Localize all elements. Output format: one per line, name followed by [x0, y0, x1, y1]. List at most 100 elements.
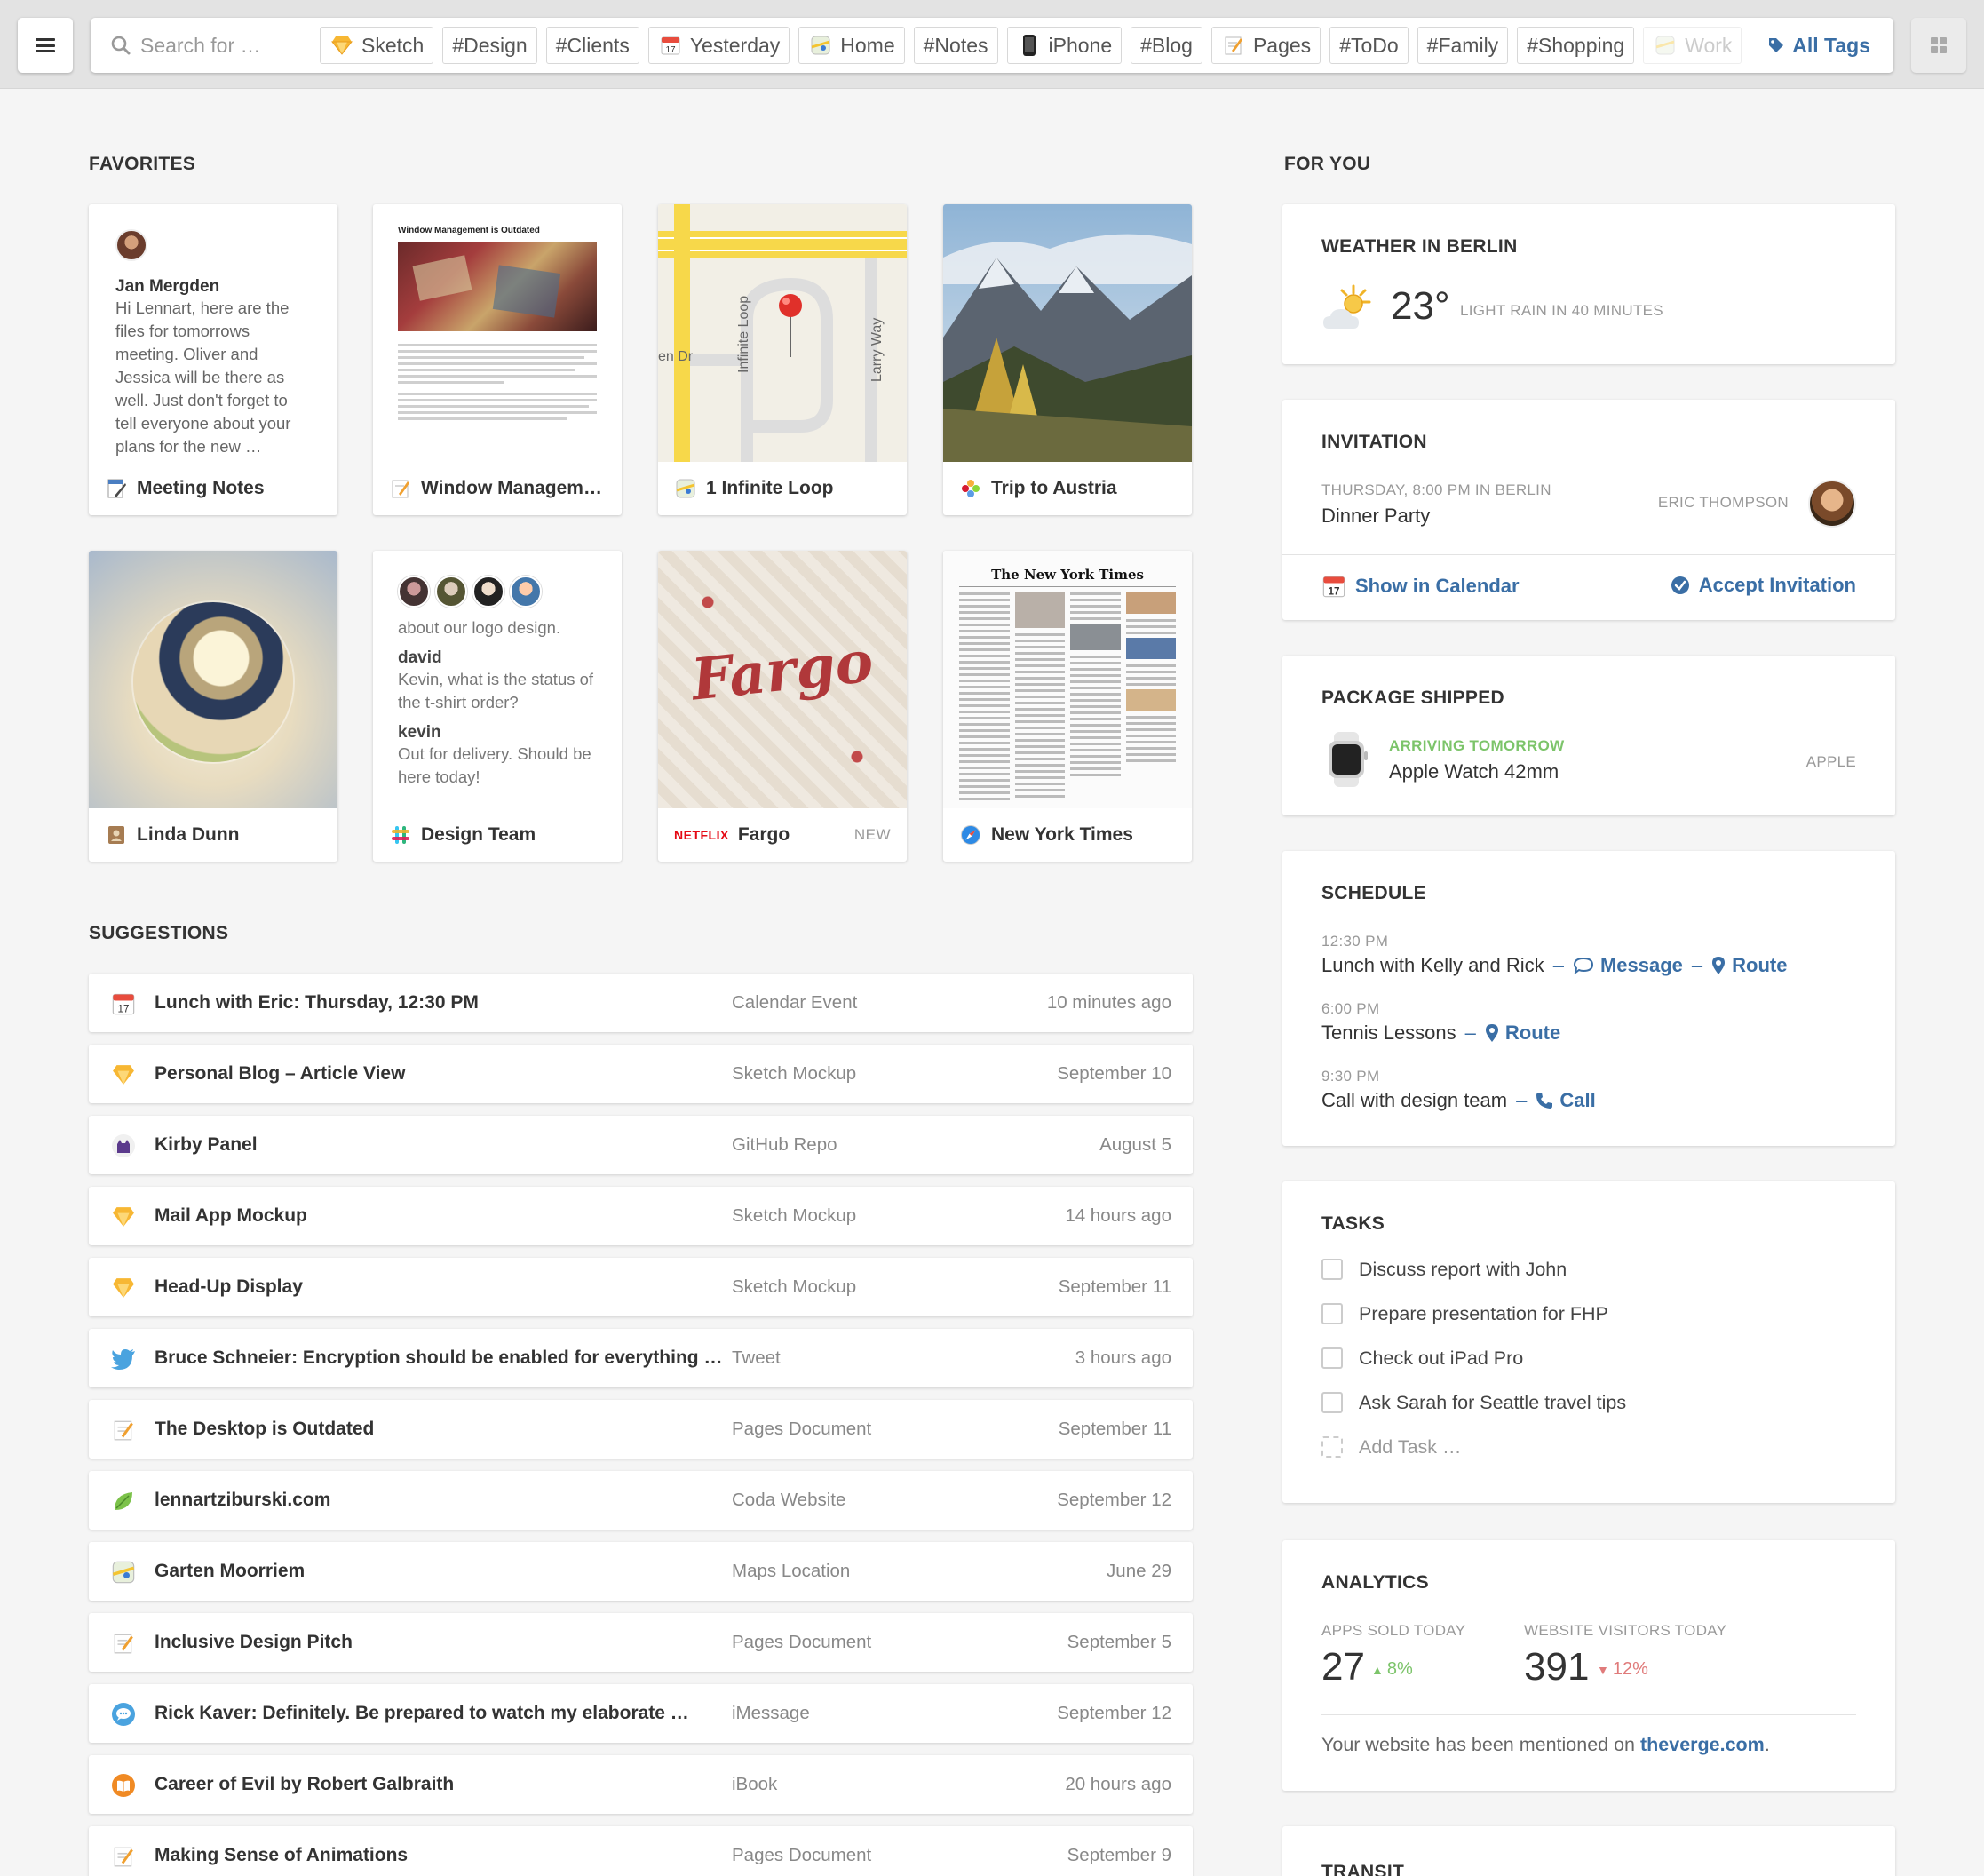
suggestion-row[interactable]: Kirby Panel GitHub Repo August 5 — [89, 1116, 1193, 1174]
add-task-button[interactable]: Add Task … — [1321, 1434, 1462, 1460]
suggestion-row[interactable]: Garten Moorriem Maps Location June 29 — [89, 1542, 1193, 1601]
avatar — [133, 602, 293, 762]
package-item: Apple Watch 42mm — [1389, 760, 1559, 783]
message-action-button[interactable]: Message — [1573, 954, 1683, 977]
route-action-button[interactable]: Route — [1485, 1021, 1560, 1045]
calendar-icon: 17 — [658, 33, 683, 58]
tag-design[interactable]: #Design — [442, 27, 537, 64]
suggestion-row[interactable]: The Desktop is Outdated Pages Document Sep… — [89, 1400, 1193, 1459]
tag-label: #Design — [452, 33, 528, 57]
suggestion-time: June 29 — [1107, 1561, 1171, 1581]
show-in-calendar-button[interactable]: 17 Show in Calendar — [1321, 574, 1520, 599]
task-checkbox[interactable] — [1321, 1347, 1343, 1369]
schedule-text: Tennis Lessons — [1321, 1021, 1456, 1044]
tag-iphone[interactable]: iPhone — [1006, 27, 1123, 64]
suggestion-row[interactable]: Career of Evil by Robert Galbraith iBook 2… — [89, 1755, 1193, 1814]
favorite-card-linda-dunn[interactable]: Linda Dunn — [89, 551, 337, 862]
suggestion-row[interactable]: Rick Kaver: Definitely. Be prepared to w… — [89, 1684, 1193, 1743]
github-icon — [110, 1133, 137, 1159]
suggestion-row[interactable]: Personal Blog – Article View Sketch Mocku… — [89, 1045, 1193, 1103]
favorite-card-trip-to-austria[interactable]: Trip to Austria — [943, 204, 1192, 515]
card-label: New York Times — [991, 824, 1133, 845]
arrow-down-icon: ▼ — [1597, 1662, 1609, 1677]
grid-view-button[interactable] — [1911, 18, 1966, 73]
suggestion-row[interactable]: Inclusive Design Pitch Pages Document Sept… — [89, 1613, 1193, 1672]
card-footer: Meeting Notes — [89, 462, 337, 515]
suggestion-time: September 12 — [1057, 1703, 1171, 1723]
suggestion-title: Making Sense of Animations — [155, 1845, 409, 1865]
mention-link[interactable]: theverge.com — [1640, 1734, 1765, 1755]
sketch-icon — [329, 33, 354, 58]
maps-icon — [674, 477, 697, 500]
package-panel: PACKAGE SHIPPED ARRIVING TOMORROW Apple … — [1282, 656, 1895, 815]
separator: – — [1691, 954, 1703, 976]
tag-family[interactable]: #Family — [1417, 27, 1509, 64]
suggestion-type: Maps Location — [732, 1561, 851, 1581]
task-checkbox[interactable] — [1321, 1259, 1343, 1280]
calendar-icon: 17 — [1322, 576, 1345, 597]
card-footer: Trip to Austria — [943, 462, 1192, 515]
tag-todo[interactable]: #ToDo — [1329, 27, 1409, 64]
tag-home[interactable]: Home — [798, 27, 905, 64]
tag-clients[interactable]: #Clients — [545, 27, 639, 64]
menu-button[interactable] — [18, 18, 73, 73]
task-checkbox[interactable] — [1321, 1392, 1343, 1413]
card-label: Fargo — [737, 824, 790, 845]
avatar — [398, 576, 430, 608]
suggestion-row[interactable]: Mail App Mockup Sketch Mockup 14 hours ago — [89, 1187, 1193, 1245]
schedule-item: Lunch with Kelly and Rick – Message – Route — [1321, 954, 1787, 977]
favorite-card-new-york-times[interactable]: The New York Times New York Times — [943, 551, 1192, 862]
card-footer: Window Manageme… — [373, 462, 622, 515]
tag-shopping[interactable]: #Shopping — [1517, 27, 1635, 64]
photo-preview — [943, 204, 1192, 462]
card-label: Linda Dunn — [137, 824, 240, 845]
street-label: Larry Way — [869, 317, 885, 382]
mail-snippet: Hi Lennart, here are the files for tomor… — [115, 298, 291, 456]
suggestion-row[interactable]: Head-Up Display Sketch Mockup September 11 — [89, 1258, 1193, 1316]
task-checkbox[interactable] — [1321, 1303, 1343, 1324]
suggestion-title: Personal Blog – Article View — [155, 1063, 406, 1084]
accept-invitation-button[interactable]: Accept Invitation — [1671, 574, 1856, 597]
chat-avatars — [398, 576, 597, 608]
route-action-button[interactable]: Route — [1711, 954, 1787, 977]
tag-blog[interactable]: #Blog — [1131, 27, 1202, 64]
favorite-card-design-team[interactable]: about our logo design. david Kevin, what… — [373, 551, 622, 862]
mention-note: Your website has been mentioned on theve… — [1321, 1734, 1770, 1756]
suggestion-type: iMessage — [732, 1703, 810, 1723]
tag-yesterday[interactable]: 17 Yesterday — [647, 27, 790, 64]
tag-sketch[interactable]: Sketch — [320, 27, 434, 64]
pages-icon — [110, 1843, 137, 1870]
transit-panel: TRANSIT — [1282, 1826, 1895, 1876]
favorite-card-infinite-loop[interactable]: Infinite Loop Larry Way en Dr 1 Infinite… — [658, 204, 907, 515]
suggestion-row[interactable]: Making Sense of Animations Pages Document… — [89, 1826, 1193, 1876]
event-time: THURSDAY, 8:00 PM IN BERLIN — [1321, 481, 1551, 498]
tag-pages[interactable]: Pages — [1210, 27, 1321, 64]
card-label: Window Manageme… — [421, 478, 606, 498]
weather-panel: WEATHER IN BERLIN 23° LIGHT RAIN IN 40 M… — [1282, 204, 1895, 364]
separator: – — [1464, 1021, 1476, 1044]
location-pin-icon — [1711, 956, 1726, 975]
search-input[interactable] — [140, 28, 318, 62]
favorite-card-window-management[interactable]: Window Management is Outdated Window Man… — [373, 204, 622, 515]
tag-work[interactable]: Work — [1643, 27, 1742, 64]
favorites-heading: FAVORITES — [89, 154, 196, 174]
favorite-card-fargo[interactable]: Fargo NETFLIX Fargo NEW — [658, 551, 907, 862]
sketch-icon — [110, 1275, 137, 1301]
suggestion-row[interactable]: lennartziburski.com Coda Website September… — [89, 1471, 1193, 1530]
suggestion-type: Sketch Mockup — [732, 1276, 857, 1297]
apps-sold-change: ▲ 8% — [1371, 1659, 1413, 1680]
tag-notes[interactable]: #Notes — [913, 27, 998, 64]
schedule-time: 9:30 PM — [1321, 1068, 1380, 1085]
suggestion-type: GitHub Repo — [732, 1134, 837, 1155]
suggestion-row[interactable]: Bruce Schneier: Encryption should be ena… — [89, 1329, 1193, 1387]
favorite-card-meeting-notes[interactable]: Jan Mergden Hi Lennart, here are the fil… — [89, 204, 337, 515]
suggestion-row[interactable]: 17 Lunch with Eric: Thursday, 12:30 PM Cal… — [89, 974, 1193, 1032]
panel-title: INVITATION — [1321, 432, 1427, 452]
add-task-checkbox — [1321, 1436, 1343, 1458]
call-action-button[interactable]: Call — [1536, 1089, 1596, 1112]
suggestion-time: September 12 — [1057, 1490, 1171, 1510]
separator: – — [1516, 1089, 1528, 1111]
all-tags-button[interactable]: All Tags — [1742, 18, 1893, 73]
arrow-up-icon: ▲ — [1371, 1662, 1384, 1677]
svg-text:17: 17 — [665, 45, 676, 55]
